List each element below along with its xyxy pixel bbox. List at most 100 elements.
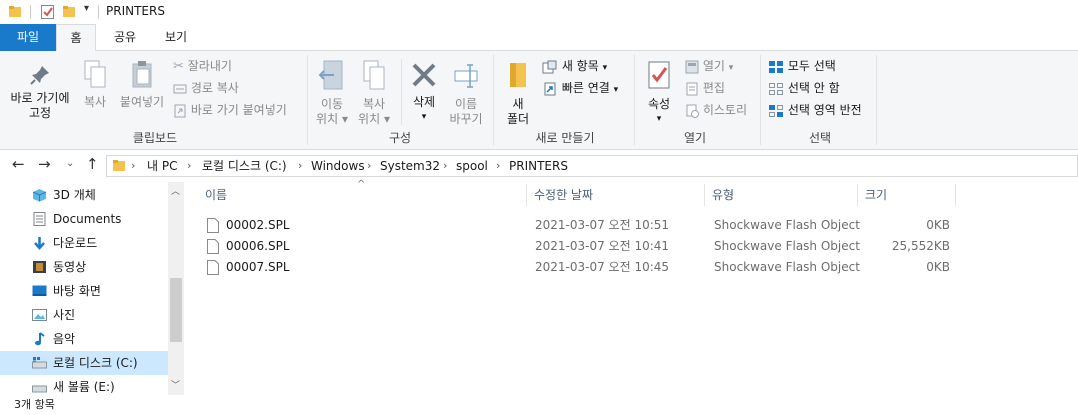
breadcrumb-chevron-icon[interactable]: › [298,156,302,176]
new-folder-button[interactable]: 새 폴더 [500,59,536,127]
rename-label: 이름 [454,97,478,111]
ribbon-tab-bar: 파일 홈 공유 보기 [0,24,1078,52]
nav-scrollbar-thumb[interactable] [170,278,182,342]
cube-icon [32,189,47,202]
up-arrow-icon[interactable]: ↑ [86,155,99,173]
tab-file[interactable]: 파일 [0,24,56,51]
tab-view[interactable]: 보기 [150,24,202,51]
breadcrumb-chevron-icon[interactable]: › [496,156,500,176]
scroll-up-icon[interactable]: ︿ [171,184,180,197]
file-icon [207,239,219,254]
film-icon [33,261,46,273]
invert-selection-button[interactable]: 선택 영역 반전 [768,100,862,120]
paste-button[interactable]: 붙여넣기 [116,59,168,110]
column-header-type[interactable]: 유형 [712,182,734,208]
breadcrumb-local-disk[interactable]: 로컬 디스크 (C:) [202,156,287,176]
pin-quick-access-button[interactable]: 바로 가기에 고정 [2,63,78,121]
column-separator[interactable] [857,184,858,206]
move-to-button[interactable]: 이동 위치 ▾ [312,59,352,127]
group-label-new: 새로 만들기 [535,131,595,145]
copy-path-button[interactable]: 경로 복사 [173,78,239,98]
properties-label: 속성 [647,97,671,111]
file-name: 00006.SPL [226,239,290,253]
breadcrumb-windows[interactable]: Windows [311,156,365,176]
back-arrow-icon[interactable]: ← [12,155,25,173]
nav-item-desktop[interactable]: 바탕 화면 [0,279,170,303]
breadcrumb-this-pc[interactable]: 내 PC [147,156,177,176]
group-label-organize: 구성 [388,131,412,145]
column-separator[interactable] [955,184,956,206]
select-none-button[interactable]: 선택 안 함 [768,78,840,98]
breadcrumb-spool[interactable]: spool [456,156,488,176]
forward-arrow-icon[interactable]: → [38,155,51,173]
new-folder-icon [510,63,526,87]
nav-item-3d-objects[interactable]: 3D 개체 [0,183,170,207]
divider [401,59,402,125]
breadcrumb-chevron-icon[interactable]: › [443,156,447,176]
table-row[interactable]: 00007.SPL 2021-03-07 오전 10:45 Shockwave … [203,257,953,278]
invert-selection-label: 선택 영역 반전 [787,103,862,117]
breadcrumb-printers[interactable]: PRINTERS [509,156,568,176]
address-bar[interactable]: › 내 PC › 로컬 디스크 (C:) › Windows › System3… [106,155,1078,177]
nav-item-documents[interactable]: Documents [0,207,170,231]
breadcrumb-chevron-icon[interactable]: › [131,156,135,176]
breadcrumb-system32[interactable]: System32 [380,156,440,176]
column-separator[interactable] [526,184,527,206]
folder-icon [9,6,21,17]
properties-quick-icon[interactable] [40,4,56,20]
column-header-name[interactable]: 이름 [205,182,227,208]
nav-item-videos[interactable]: 동영상 [0,255,170,279]
divider [98,5,99,19]
tab-home[interactable]: 홈 [56,24,96,52]
breadcrumb-chevron-icon[interactable]: › [367,156,371,176]
paste-shortcut-button[interactable]: 바로 가기 붙여넣기 [173,100,287,120]
history-button[interactable]: 히스토리 [685,100,747,120]
scroll-down-icon[interactable]: ﹀ [171,378,180,391]
new-folder-quick-icon[interactable] [62,5,76,19]
nav-item-music[interactable]: 음악 [0,327,170,351]
documents-icon [33,212,46,226]
copy-to-button[interactable]: 복사 위치 ▾ [354,59,394,127]
file-size: 25,552KB [891,239,950,253]
file-date: 2021-03-07 오전 10:41 [535,239,670,253]
copy-button[interactable]: 복사 [78,59,112,110]
column-header-size[interactable]: 크기 [865,182,887,208]
new-folder-label-2: 폴더 [506,112,530,126]
properties-button[interactable]: 속성 ▾ [640,59,678,127]
delete-button[interactable]: 삭제 ▾ [404,59,444,125]
open-button[interactable]: 열기 ▾ [685,56,733,76]
breadcrumb-chevron-icon[interactable]: › [187,156,191,176]
easy-access-button[interactable]: 빠른 연결 ▾ [542,78,618,98]
column-separator[interactable] [704,184,705,206]
open-icon [685,60,699,73]
rename-button[interactable]: 이름 바꾸기 [446,59,486,127]
select-all-button[interactable]: 모두 선택 [768,56,836,76]
column-header-date[interactable]: 수정한 날짜 [534,182,593,208]
edit-button[interactable]: 편집 [685,78,725,98]
recent-locations-chevron-icon[interactable]: ⌄ [66,158,74,169]
delete-x-icon [412,63,436,87]
tab-share[interactable]: 공유 [100,24,150,51]
file-icon [207,218,219,233]
nav-label: 새 볼륨 (E:) [53,380,115,394]
status-bar: 3개 항목 [0,395,1078,415]
nav-item-downloads[interactable]: 다운로드 [0,231,170,255]
new-item-button[interactable]: 새 항목 ▾ [542,56,607,76]
customize-quick-access-icon[interactable]: ▾ [84,3,89,14]
table-row[interactable]: 00006.SPL 2021-03-07 오전 10:41 Shockwave … [203,236,953,257]
nav-item-local-disk[interactable]: 로컬 디스크 (C:) [0,351,170,375]
file-size: 0KB [926,260,950,274]
table-row[interactable]: 00002.SPL 2021-03-07 오전 10:51 Shockwave … [203,215,953,236]
sort-ascending-icon: ^ [357,179,366,190]
nav-item-new-volume[interactable]: 새 볼륨 (E:) [0,375,170,395]
pin-label-2: 고정 [28,106,52,120]
file-icon [207,260,219,275]
group-label-select: 선택 [808,131,832,145]
group-separator [634,55,635,145]
easy-access-icon [544,82,556,95]
nav-item-pictures[interactable]: 사진 [0,303,170,327]
paste-shortcut-icon [174,104,186,117]
cut-button[interactable]: ✂ 잘라내기 [173,56,232,76]
download-arrow-icon [34,237,45,250]
nav-label: 사진 [53,308,76,322]
